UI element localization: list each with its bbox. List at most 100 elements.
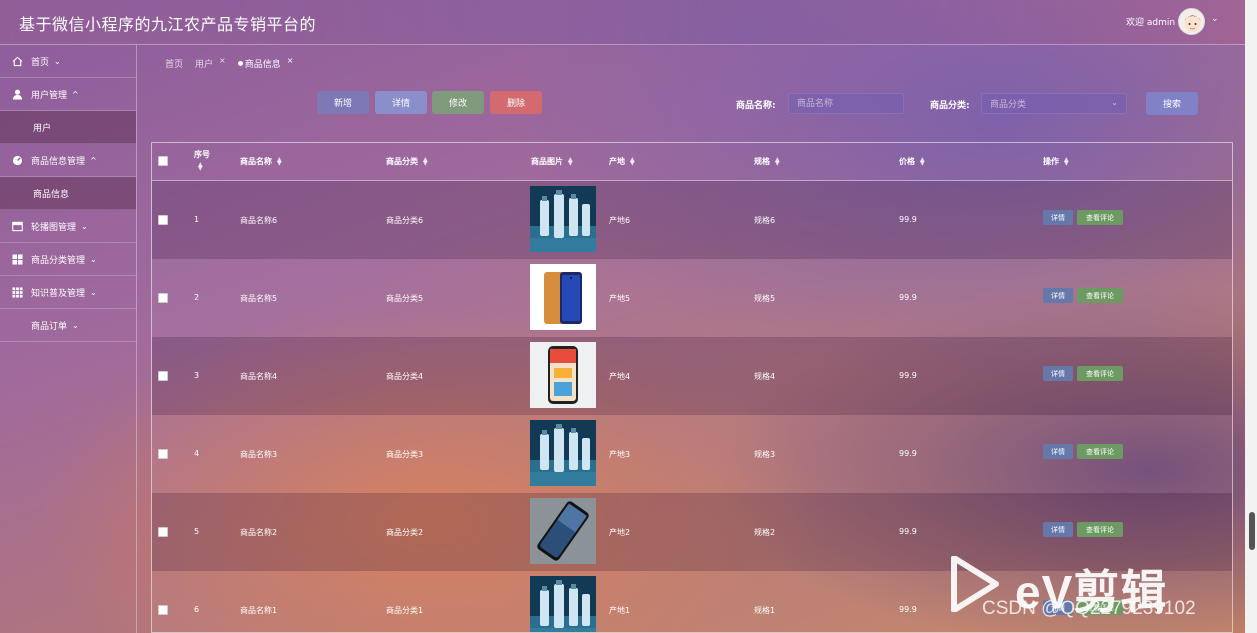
sort-icon[interactable]: ▲ ▼ [920, 156, 925, 166]
sidebar-item-carousel-management[interactable]: 轮播图管理 ⌄ [0, 210, 136, 243]
row-checkbox[interactable] [158, 527, 168, 537]
cell-category: 商品分类6 [386, 216, 424, 225]
sidebar-item-orders[interactable]: 商品订单 ⌄ [0, 309, 136, 342]
cell-price: 99.9 [899, 449, 917, 458]
row-detail-button[interactable]: 详情 [1043, 522, 1073, 537]
sort-icon[interactable]: ▲ ▼ [198, 162, 203, 172]
cell-name: 商品名称3 [240, 450, 278, 459]
sidebar-item-category-management[interactable]: 商品分类管理 ⌄ [0, 243, 136, 276]
row-checkbox[interactable] [158, 215, 168, 225]
product-image [530, 186, 596, 252]
cell-spec: 规格3 [754, 450, 776, 459]
avatar[interactable] [1178, 8, 1205, 35]
row-review-button[interactable]: 查看评论 [1077, 444, 1123, 459]
row-review-button[interactable]: 查看评论 [1077, 366, 1123, 381]
sidebar-item-knowledge-management[interactable]: 知识普及管理 ⌄ [0, 276, 136, 309]
header-category[interactable]: 商品分类 ▲ ▼ [386, 156, 428, 167]
sidebar-subitem-user[interactable]: 用户 [0, 111, 136, 144]
cell-price: 99.9 [899, 293, 917, 302]
row-checkbox[interactable] [158, 371, 168, 381]
cell-origin: 产地3 [609, 450, 631, 459]
cell-origin: 产地2 [609, 528, 631, 537]
cell-index: 5 [194, 527, 200, 536]
row-checkbox[interactable] [158, 605, 168, 615]
row-detail-button[interactable]: 详情 [1043, 366, 1073, 381]
row-checkbox[interactable] [158, 449, 168, 459]
sort-icon[interactable]: ▲ ▼ [775, 156, 780, 166]
scrollbar[interactable] [1245, 0, 1257, 633]
chevron-up-icon: ^ [72, 89, 79, 99]
product-image [530, 420, 596, 486]
chevron-down-icon: ⌄ [72, 320, 79, 330]
cell-category: 商品分类5 [386, 294, 424, 303]
cell-index: 6 [194, 605, 200, 614]
sidebar-item-label: 商品信息管理 [31, 156, 86, 167]
sidebar-item-user-management[interactable]: 用户管理 ^ [0, 78, 136, 111]
cell-category: 商品分类4 [386, 372, 424, 381]
search-button[interactable]: 搜索 [1146, 92, 1198, 115]
chevron-down-icon: ⌄ [90, 287, 97, 297]
sort-icon[interactable]: ▲ ▼ [568, 156, 573, 166]
category-select[interactable]: 商品分类 ⌄ [981, 93, 1127, 114]
header-price[interactable]: 价格 ▲ ▼ [899, 156, 925, 167]
category-label: 商品分类: [930, 101, 970, 111]
sort-icon[interactable]: ▲ ▼ [630, 156, 635, 166]
chevron-down-icon[interactable]: ⌄ [1211, 14, 1219, 24]
apps-icon [11, 286, 24, 298]
cell-index: 4 [194, 449, 200, 458]
sort-icon[interactable]: ▲ ▼ [277, 156, 282, 166]
chevron-down-icon: ⌄ [1111, 98, 1118, 107]
header-spec[interactable]: 规格 ▲ ▼ [754, 156, 780, 167]
sidebar-item-product-management[interactable]: 商品信息管理 ^ [0, 144, 136, 177]
home-icon [11, 55, 24, 67]
breadcrumb-user[interactable]: 用户 × [195, 56, 226, 70]
table-header: 序号 ▲ ▼ 商品名称 ▲ ▼ 商品分类 ▲ ▼ 商品图片 ▲ ▼ 产地 ▲ ▼ 规格 ▲ ▼ 价格 ▲… [152, 143, 1232, 181]
row-review-button[interactable]: 查看评论 [1077, 288, 1123, 303]
sidebar-item-label: 商品分类管理 [31, 255, 86, 266]
sort-icon[interactable]: ▲ ▼ [423, 156, 428, 166]
site-title: 基于微信小程序的九江农产品专销平台的 [19, 15, 317, 34]
cell-name: 商品名称1 [240, 606, 278, 615]
row-detail-button[interactable]: 详情 [1043, 288, 1073, 303]
row-detail-button[interactable]: 详情 [1043, 444, 1073, 459]
cell-name: 商品名称6 [240, 216, 278, 225]
row-checkbox[interactable] [158, 293, 168, 303]
add-button[interactable]: 新增 [317, 91, 369, 114]
header-name[interactable]: 商品名称 ▲ ▼ [240, 156, 282, 167]
row-detail-button[interactable]: 详情 [1043, 210, 1073, 225]
close-icon[interactable]: × [287, 56, 294, 65]
header-image[interactable]: 商品图片 ▲ ▼ [531, 156, 573, 167]
table-row: 3 商品名称4 商品分类4 产地4 规格4 99.9 详情 查看评论 [152, 337, 1232, 415]
product-name-input[interactable] [788, 93, 904, 114]
cell-category: 商品分类3 [386, 450, 424, 459]
close-icon[interactable]: × [219, 56, 226, 65]
cell-category: 商品分类1 [386, 606, 424, 615]
picture-icon [11, 220, 24, 232]
sort-icon[interactable]: ▲ ▼ [1064, 156, 1069, 166]
edit-button[interactable]: 修改 [432, 91, 484, 114]
watermark-csdn: CSDN @QQ2279239102 [982, 598, 1196, 619]
row-review-button[interactable]: 查看评论 [1077, 522, 1123, 537]
detail-button[interactable]: 详情 [375, 91, 427, 114]
sidebar-subitem-product-info[interactable]: 商品信息 [0, 177, 136, 210]
top-bar: 基于微信小程序的九江农产品专销平台的 欢迎 admin ⌄ [0, 0, 1245, 45]
header-index[interactable]: 序号 ▲ ▼ [194, 149, 210, 172]
cell-name: 商品名称5 [240, 294, 278, 303]
product-image [530, 498, 596, 564]
avatar-face-icon [1184, 15, 1201, 32]
sidebar-item-home[interactable]: 首页 ⌄ [0, 45, 136, 78]
active-dot-icon [237, 61, 243, 66]
delete-button[interactable]: 删除 [490, 91, 542, 114]
breadcrumb-home[interactable]: 首页 [165, 57, 183, 70]
table-row: 1 商品名称6 商品分类6 产地6 规格6 99.9 详情 查看评论 [152, 181, 1232, 259]
sidebar-item-label: 商品订单 [31, 321, 68, 332]
sidebar: 首页 ⌄ 用户管理 ^ 用户 商品信息管理 ^ 商品信息 轮播图管理 ⌄ 商品分… [0, 45, 137, 633]
cell-spec: 规格2 [754, 528, 776, 537]
chevron-down-icon: ⌄ [54, 56, 61, 66]
select-all-checkbox[interactable] [158, 156, 168, 166]
row-review-button[interactable]: 查看评论 [1077, 210, 1123, 225]
chevron-down-icon: ⌄ [90, 254, 97, 264]
header-origin[interactable]: 产地 ▲ ▼ [609, 156, 635, 167]
breadcrumb-current[interactable]: 商品信息 × [237, 56, 294, 70]
header-ops[interactable]: 操作 ▲ ▼ [1043, 156, 1069, 167]
